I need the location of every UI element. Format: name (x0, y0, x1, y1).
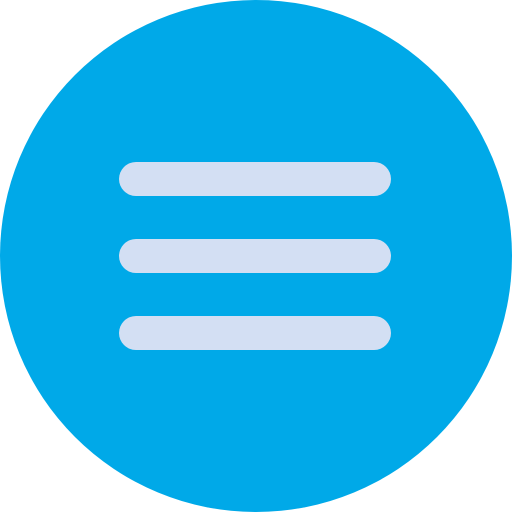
menu-button[interactable] (0, 0, 512, 512)
menu-bar-top (119, 162, 391, 196)
hamburger-menu-icon (0, 0, 512, 512)
menu-bar-bottom (119, 316, 391, 350)
menu-bar-middle (119, 239, 391, 273)
